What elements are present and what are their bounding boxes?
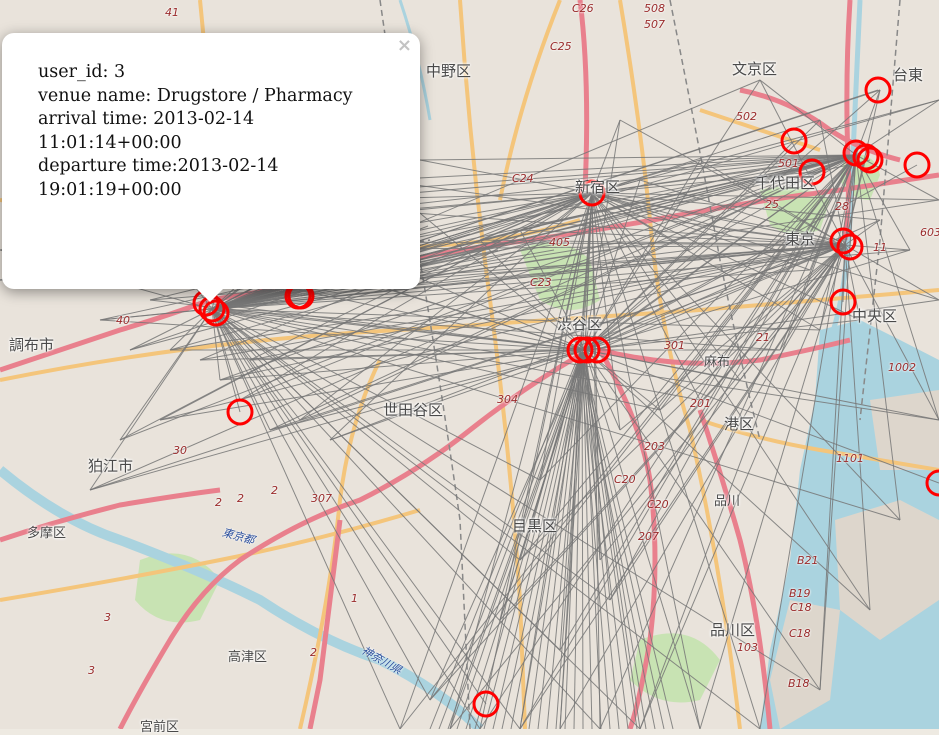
route-label: 3	[104, 611, 111, 624]
ward-label-shibuya: 渋谷区	[557, 315, 603, 333]
popup-tip	[196, 288, 224, 302]
route-label: 1	[351, 592, 358, 605]
ward-label-meguro: 目黒区	[512, 517, 558, 535]
popup-departure-time: departure time:2013-02-14 19:01:19+00:00	[38, 156, 285, 200]
route-label: 301	[664, 339, 685, 352]
popup-content: user_id: 3 venue name: Drugstore / Pharm…	[38, 61, 398, 202]
ward-label-taito: 台東	[893, 66, 924, 84]
popup-venue-name: venue name: Drugstore / Pharmacy	[38, 85, 353, 106]
route-label: 502	[736, 110, 757, 123]
route-label: 30	[173, 444, 187, 457]
route-label: C24	[512, 172, 534, 185]
route-label: 307	[311, 492, 332, 505]
route-label: C18	[790, 601, 812, 614]
place-label-azabu: 麻布	[704, 355, 731, 370]
ward-label-takatsu: 高津区	[228, 650, 268, 665]
route-label: 501	[778, 157, 799, 170]
route-label: 28	[835, 200, 849, 213]
route-label: 304	[497, 393, 518, 406]
venue-popup: × user_id: 3 venue name: Drugstore / Pha…	[2, 33, 420, 289]
ward-label-chuo: 中央区	[852, 307, 898, 325]
route-label: B18	[788, 677, 810, 690]
ward-label-minato: 港区	[724, 415, 755, 433]
route-label: 41	[165, 6, 179, 19]
route-label: 603	[920, 226, 939, 239]
route-label: 203	[644, 440, 665, 453]
route-label: C20	[647, 498, 669, 511]
ward-label-setagaya: 世田谷区	[383, 401, 444, 419]
route-label: 507	[644, 18, 665, 31]
ward-label-bunkyo: 文京区	[732, 60, 778, 78]
route-label: C23	[530, 276, 552, 289]
route-label: 40	[116, 314, 130, 327]
route-label: 25	[765, 198, 779, 211]
route-label: 103	[737, 641, 758, 654]
ward-label-shinagawa: 品川区	[710, 621, 756, 639]
popup-arrival-time: arrival time: 2013-02-14 11:01:14+00:00	[38, 109, 260, 153]
city-label-komae: 狛江市	[88, 457, 134, 475]
route-label: B21	[797, 554, 819, 567]
ward-label-tokyo: 東京	[785, 230, 816, 248]
route-label: 1101	[836, 452, 864, 465]
route-label: C26	[572, 2, 594, 15]
popup-user-id: user_id: 3	[38, 62, 126, 82]
route-label: 508	[644, 2, 665, 15]
city-label-chofu: 調布市	[9, 336, 55, 354]
ward-label-shinjuku: 新宿区	[575, 178, 621, 196]
route-label: 207	[638, 530, 659, 543]
route-label: B19	[789, 587, 811, 600]
ward-label-chiyoda: 千代田区	[755, 174, 816, 192]
route-label: 2	[215, 496, 222, 509]
ward-label-nakano: 中野区	[426, 62, 472, 80]
route-label: 11	[873, 241, 887, 254]
route-label: 2	[271, 484, 278, 497]
place-label-shinagawa: 品川	[714, 494, 741, 509]
route-label: 2	[237, 492, 244, 505]
route-label: C25	[550, 40, 572, 53]
route-label: 2	[310, 646, 317, 659]
route-label: C20	[614, 473, 636, 486]
route-label: 3	[88, 664, 95, 677]
route-label: 405	[549, 236, 570, 249]
popup-close-button[interactable]: ×	[397, 35, 412, 56]
route-label: 201	[690, 397, 711, 410]
route-label: 21	[756, 331, 770, 344]
ward-label-miyamae: 宮前区	[140, 720, 180, 735]
city-label-tama: 多摩区	[27, 526, 67, 541]
route-label: 1002	[888, 361, 916, 374]
route-label: C18	[789, 627, 811, 640]
